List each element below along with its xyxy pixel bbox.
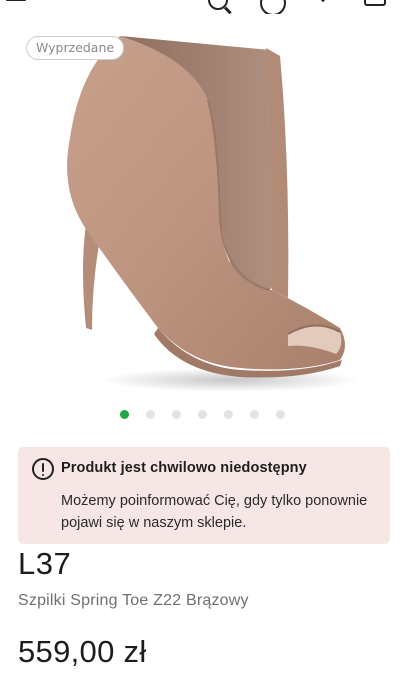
pagination-dot[interactable] (119, 410, 129, 419)
unavailable-notice: Produkt jest chwilowo niedostępny Możemy… (18, 447, 390, 544)
sold-out-badge: Wyprzedane (26, 36, 125, 60)
top-navigation-bar (0, 0, 404, 14)
product-name: Szpilki Spring Toe Z22 Brązowy (18, 592, 249, 609)
heart-icon[interactable] (315, 0, 331, 3)
menu-icon[interactable] (6, 0, 26, 1)
notice-message: Możemy poinformować Cię, gdy tylko ponow… (61, 493, 368, 531)
product-price: 559,00 zł (18, 634, 147, 669)
warning-icon (32, 458, 54, 480)
pagination-dot[interactable] (275, 410, 285, 419)
gallery-pagination (0, 410, 404, 422)
product-image-gallery[interactable]: Wyprzedane (0, 28, 404, 398)
bag-icon[interactable] (364, 0, 386, 6)
product-image[interactable] (40, 28, 370, 398)
product-brand[interactable]: L37 (18, 546, 71, 582)
notice-title: Produkt jest chwilowo niedostępny (61, 460, 307, 476)
search-icon[interactable] (208, 0, 228, 10)
pagination-dot[interactable] (171, 410, 181, 419)
pagination-dot[interactable] (249, 410, 259, 419)
pagination-dot[interactable] (223, 410, 233, 419)
pagination-dot[interactable] (197, 410, 207, 419)
pagination-dot[interactable] (145, 410, 155, 419)
account-icon[interactable] (260, 0, 286, 14)
